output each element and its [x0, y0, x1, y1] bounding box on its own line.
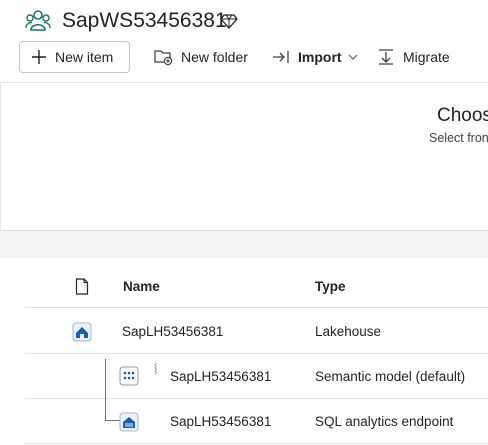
table-row[interactable]: SapLH53456381 Lakehouse [25, 309, 488, 354]
lakehouse-icon [72, 322, 92, 342]
toolbar: New item New folder Import Migrate [0, 40, 488, 76]
item-name[interactable]: SapLH53456381 [170, 369, 271, 384]
workspace-header: SapWS53456381 [0, 0, 488, 44]
premium-diamond-icon [220, 14, 238, 29]
new-folder-icon [154, 50, 173, 66]
plus-icon [32, 50, 46, 64]
section-divider [0, 230, 488, 258]
import-arrow-icon [273, 51, 289, 63]
new-item-button[interactable]: New item [19, 41, 130, 73]
choose-subtitle: Select fron [429, 131, 488, 145]
sql-endpoint-icon [119, 412, 139, 432]
new-folder-button[interactable]: New folder [153, 41, 248, 73]
endorsement-mark-icon: ⸾ [154, 363, 158, 373]
migrate-icon [379, 49, 393, 65]
column-header-name[interactable]: Name [123, 279, 160, 294]
item-type: SQL analytics endpoint [315, 414, 454, 429]
semantic-model-icon [119, 366, 139, 386]
choose-title: Choos [437, 105, 488, 126]
item-name[interactable]: SapLH53456381 [122, 324, 223, 339]
item-type: Lakehouse [315, 324, 382, 339]
import-label: Import [298, 49, 342, 65]
choose-panel: Choos Select fron [0, 82, 488, 230]
file-icon [75, 278, 89, 295]
chevron-down-icon [348, 54, 357, 60]
item-name[interactable]: SapLH53456381 [170, 414, 271, 429]
table-row[interactable]: SapLH53456381 SQL analytics endpoint [25, 399, 488, 444]
table-header: Name Type [25, 270, 488, 308]
items-table: Name Type SapLH53456381 Lakehouse ⸾ SapL… [0, 258, 488, 445]
workspace-people-icon [25, 10, 51, 31]
table-row[interactable]: ⸾ SapLH53456381 Semantic model (default) [25, 354, 488, 399]
new-folder-label: New folder [181, 49, 248, 65]
migrate-label: Migrate [403, 49, 450, 65]
import-button[interactable]: Import [272, 41, 358, 73]
item-type: Semantic model (default) [315, 369, 466, 384]
column-header-type[interactable]: Type [315, 279, 346, 294]
migrate-button[interactable]: Migrate [377, 41, 450, 73]
new-item-label: New item [55, 49, 114, 65]
workspace-title: SapWS53456381 [62, 9, 227, 32]
